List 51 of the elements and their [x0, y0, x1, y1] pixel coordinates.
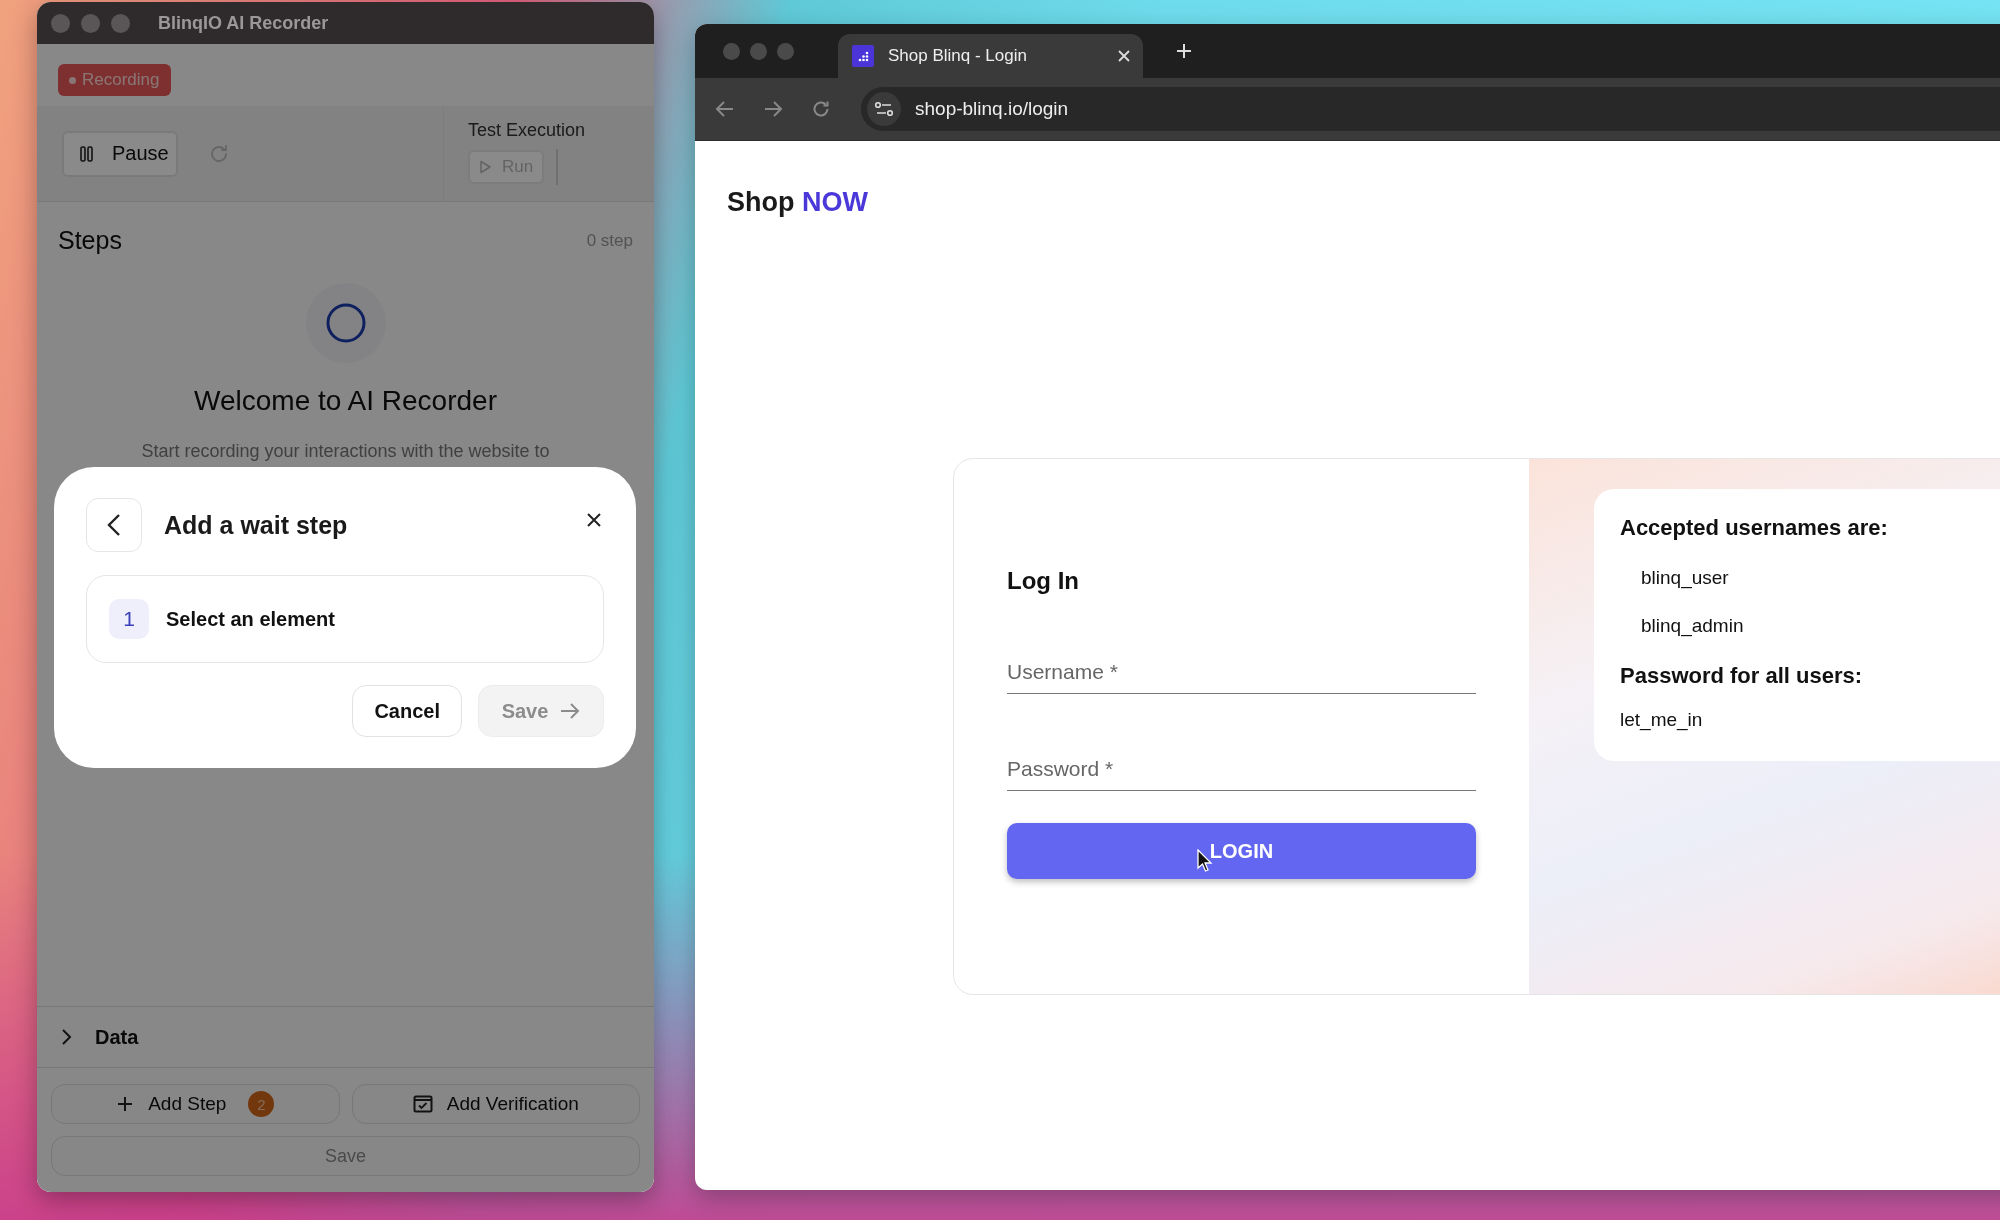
info-heading: Accepted usernames are: [1620, 515, 1889, 541]
welcome-text: Start recording your interactions with the website to [141, 441, 550, 462]
step-label: Select an element [166, 607, 335, 631]
window-title: BlinqIO AI Recorder [158, 12, 329, 34]
password-field[interactable]: Password * [1007, 748, 1476, 791]
address-field[interactable]: shop-blinq.io/login [861, 87, 2000, 131]
username-text: blinq_admin [1640, 615, 1745, 637]
cancel-button[interactable]: Cancel [352, 685, 462, 737]
pause-icon [80, 145, 94, 162]
count-badge: 2 [248, 1091, 275, 1117]
steps-title: Steps [58, 226, 122, 255]
forward-icon[interactable] [763, 100, 783, 118]
login-title: Log In [1007, 567, 1080, 595]
welcome-title: Welcome to AI Recorder [194, 385, 497, 417]
dialog-title: Add a wait step [164, 510, 349, 540]
play-icon [479, 160, 492, 174]
arrow-right-icon [560, 703, 581, 719]
login-button[interactable]: LOGIN [1007, 823, 1476, 879]
window-control[interactable] [750, 42, 767, 60]
pause-button[interactable]: Pause [62, 130, 178, 177]
username-field[interactable]: Username * [1007, 651, 1476, 694]
add-verification-button[interactable]: Add Verification [351, 1084, 640, 1124]
back-icon[interactable] [715, 100, 735, 118]
username-text: blinq_user [1640, 567, 1730, 589]
window-control[interactable] [777, 42, 794, 60]
step-card[interactable]: 1 Select an element [86, 575, 604, 663]
refresh-icon[interactable] [208, 142, 230, 165]
window-control[interactable] [81, 13, 100, 33]
close-icon[interactable] [586, 512, 602, 528]
reload-icon[interactable] [811, 99, 831, 119]
window-control[interactable] [723, 42, 740, 60]
cursor-icon [1197, 849, 1213, 873]
window-control[interactable] [111, 13, 130, 33]
browser-tab[interactable]: Shop Blinq - Login [838, 34, 1143, 78]
recording-badge: Recording [58, 64, 171, 96]
checkbox-icon [412, 1095, 433, 1113]
plus-icon [116, 1095, 135, 1113]
password-text: let_me_in [1620, 709, 1704, 731]
shop-logo[interactable]: Shop NOW [727, 187, 868, 218]
add-step-button[interactable]: Add Step 2 [51, 1084, 340, 1124]
step-number: 1 [109, 599, 149, 639]
info-heading: Password for all users: [1620, 663, 1864, 689]
back-button[interactable] [86, 498, 142, 552]
site-settings-icon[interactable] [867, 92, 901, 126]
back-icon [107, 513, 121, 537]
data-section[interactable]: Data [37, 1006, 654, 1068]
favicon-icon [852, 45, 874, 67]
chevron-icon [61, 1028, 73, 1046]
section-title: Test Execution [468, 120, 587, 141]
new-tab-icon[interactable] [1175, 42, 1193, 60]
window-control[interactable] [51, 13, 70, 33]
